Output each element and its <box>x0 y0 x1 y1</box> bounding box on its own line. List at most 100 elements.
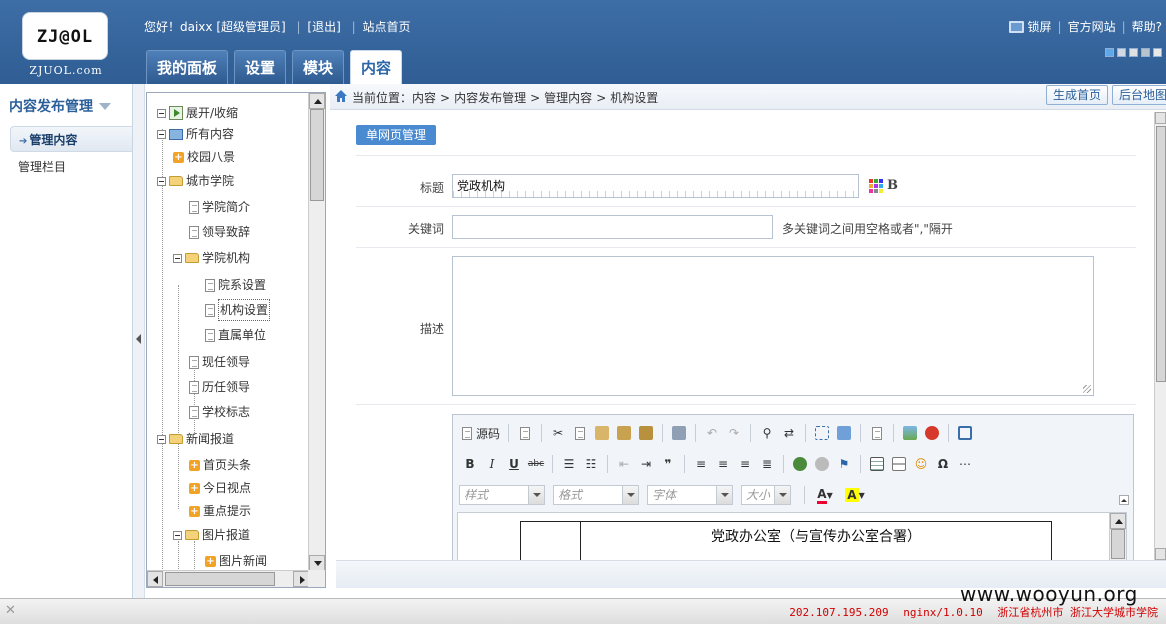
skin-swatch[interactable] <box>1105 48 1114 57</box>
link-button[interactable] <box>789 453 811 475</box>
scroll-thumb[interactable] <box>1156 126 1166 382</box>
flash-button[interactable] <box>921 422 943 444</box>
smiley-button[interactable]: ☺ <box>910 453 932 475</box>
scroll-up-button[interactable] <box>309 93 325 109</box>
justify-button[interactable]: ≣ <box>756 453 778 475</box>
tree-node[interactable]: 领导致辞 <box>189 222 250 242</box>
hr-button[interactable] <box>888 453 910 475</box>
skin-swatch[interactable] <box>1153 48 1162 57</box>
format-select[interactable]: 格式 <box>553 485 639 505</box>
scroll-right-button[interactable] <box>293 571 309 587</box>
find-button[interactable]: ⚲ <box>756 422 778 444</box>
generate-homepage-button[interactable]: 生成首页 <box>1046 85 1109 105</box>
source-button[interactable]: 源码 <box>459 422 503 444</box>
description-textarea[interactable] <box>452 256 1094 396</box>
paste-word-button[interactable] <box>635 422 657 444</box>
color-picker-icon[interactable] <box>869 179 883 193</box>
special-char-button[interactable]: Ω <box>932 453 954 475</box>
tab-modules[interactable]: 模块 <box>292 50 345 84</box>
bold-button[interactable]: B <box>459 453 481 475</box>
sidebar-item-manage-content[interactable]: ➔ 管理内容 <box>10 126 132 152</box>
bulleted-list-button[interactable]: ☷ <box>580 453 602 475</box>
tree-node[interactable]: 学校标志 <box>189 402 250 422</box>
scroll-down-button[interactable] <box>309 555 325 571</box>
tree-node[interactable]: + 今日视点 <box>189 478 251 498</box>
tree-toggle-row[interactable]: 展开/收缩 <box>157 103 238 123</box>
undo-button[interactable]: ↶ <box>701 422 723 444</box>
site-home-link[interactable]: 站点首页 <box>362 20 410 34</box>
logout-link[interactable]: [退出] <box>307 20 340 34</box>
blockquote-button[interactable]: ❞ <box>657 453 679 475</box>
tree-node-all[interactable]: 所有内容 <box>157 124 234 144</box>
editor-content-area[interactable]: 党政办公室（与宣传办公室合署） <box>457 512 1127 560</box>
scroll-left-button[interactable] <box>147 571 163 587</box>
tree-node[interactable]: 历任领导 <box>189 377 250 397</box>
resize-grip-icon[interactable] <box>1083 385 1091 393</box>
breadcrumb-item[interactable]: 内容 <box>412 91 436 105</box>
scroll-up-button[interactable] <box>1110 513 1126 529</box>
main-scrollbar[interactable] <box>1154 112 1166 560</box>
tree-node[interactable]: + 首页头条 <box>189 455 251 475</box>
title-input[interactable]: 党政机构 <box>452 174 859 198</box>
scroll-up-button[interactable] <box>1155 112 1166 124</box>
size-select[interactable]: 大小 <box>741 485 791 505</box>
outdent-button[interactable]: ⇤ <box>613 453 635 475</box>
official-site-link[interactable]: 官方网站 <box>1068 18 1116 35</box>
select-all-button[interactable] <box>811 422 833 444</box>
image-button[interactable] <box>899 422 921 444</box>
sidebar-item-manage-columns[interactable]: 管理栏目 <box>10 154 132 180</box>
tree-node[interactable]: 院系设置 <box>205 275 266 295</box>
align-center-button[interactable]: ≡ <box>712 453 734 475</box>
tree-node[interactable]: 新闻报道 <box>157 429 234 449</box>
align-left-button[interactable]: ≡ <box>690 453 712 475</box>
font-select[interactable]: 字体 <box>647 485 733 505</box>
maximize-button[interactable] <box>954 422 976 444</box>
keywords-input[interactable] <box>452 215 773 239</box>
tree-node[interactable]: + 校园八景 <box>173 147 235 167</box>
tab-settings[interactable]: 设置 <box>234 50 287 84</box>
tab-my-panel[interactable]: 我的面板 <box>146 50 229 84</box>
tree-node[interactable]: 直属单位 <box>205 325 266 345</box>
logo[interactable]: ZJ@OL <box>22 12 108 60</box>
underline-button[interactable]: U <box>503 453 525 475</box>
skin-swatch[interactable] <box>1129 48 1138 57</box>
template-button[interactable] <box>514 422 536 444</box>
skin-swatch[interactable] <box>1141 48 1150 57</box>
tree-node[interactable]: 图片报道 <box>173 525 250 545</box>
skin-swatch[interactable] <box>1117 48 1126 57</box>
italic-button[interactable]: I <box>481 453 503 475</box>
tab-content[interactable]: 内容 <box>350 50 403 84</box>
tree-horizontal-scrollbar[interactable] <box>147 570 309 587</box>
toolbar-collapse-button[interactable] <box>1119 495 1129 505</box>
indent-button[interactable]: ⇥ <box>635 453 657 475</box>
section-tab-single-page[interactable]: 单网页管理 <box>356 125 437 145</box>
text-color-button[interactable]: A ▼ <box>810 484 840 506</box>
tree-node[interactable]: 学院机构 <box>173 248 250 268</box>
tree-node[interactable]: 学院简介 <box>189 197 250 217</box>
breadcrumb-item[interactable]: 机构设置 <box>610 91 658 105</box>
sidebar-collapse-strip[interactable] <box>133 84 145 598</box>
remove-format-button[interactable] <box>833 422 855 444</box>
bold-title-icon[interactable]: B <box>887 178 898 193</box>
paste-button[interactable] <box>591 422 613 444</box>
scroll-down-button[interactable] <box>1155 548 1166 560</box>
redo-button[interactable]: ↷ <box>723 422 745 444</box>
strikethrough-button[interactable]: abc <box>525 453 547 475</box>
tree-node[interactable]: + 重点提示 <box>189 501 251 521</box>
scroll-thumb[interactable] <box>165 572 275 586</box>
scroll-thumb[interactable] <box>1111 529 1125 559</box>
table-button[interactable] <box>866 453 888 475</box>
close-icon[interactable]: ✕ <box>5 603 16 618</box>
print-button[interactable] <box>668 422 690 444</box>
replace-button[interactable]: ⇄ <box>778 422 800 444</box>
cut-button[interactable]: ✂ <box>547 422 569 444</box>
sidebar-title[interactable]: 内容发布管理 <box>9 96 132 116</box>
scroll-thumb[interactable] <box>310 109 324 201</box>
page-break-button[interactable]: ⋯ <box>954 453 976 475</box>
bg-color-button[interactable]: A ▼ <box>840 484 870 506</box>
numbered-list-button[interactable]: ☰ <box>558 453 580 475</box>
breadcrumb-item[interactable]: 内容发布管理 <box>454 91 526 105</box>
tree-node[interactable]: 现任领导 <box>189 352 250 372</box>
editor-scrollbar[interactable] <box>1109 513 1126 560</box>
anchor-button[interactable]: ⚑ <box>833 453 855 475</box>
